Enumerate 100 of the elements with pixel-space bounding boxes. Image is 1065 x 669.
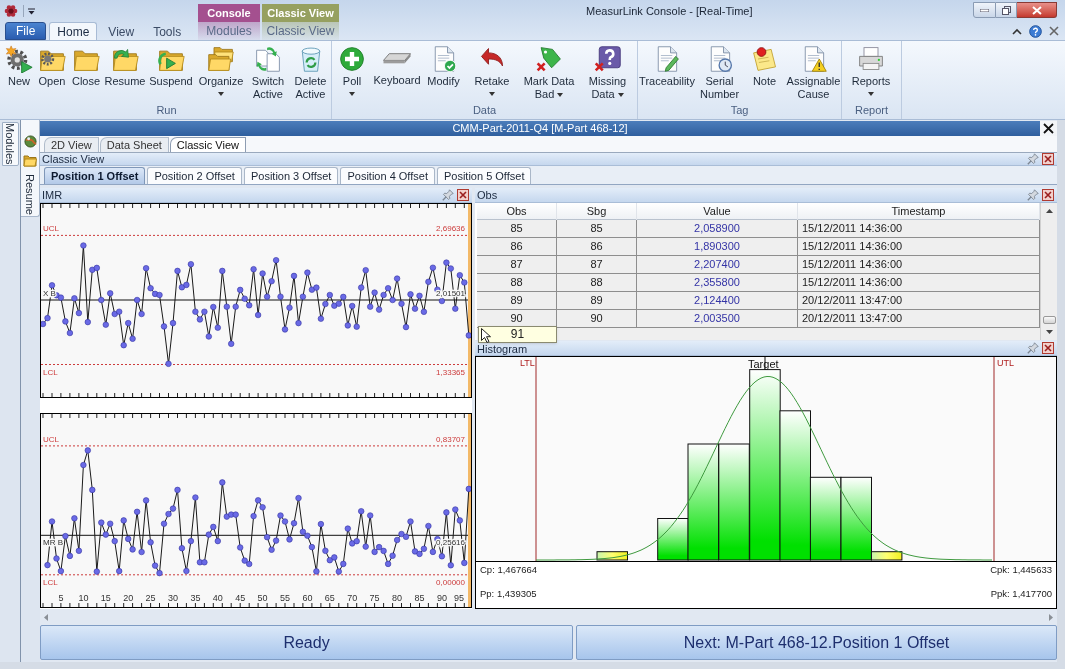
axis-tick-label: 50 — [257, 593, 268, 603]
axis-tick-label: 10 — [78, 593, 89, 603]
axis-tick-label: 75 — [369, 593, 380, 603]
question-box-icon — [593, 45, 622, 73]
ribbon-tab[interactable]: View — [100, 22, 143, 40]
limit-value: 2,69636 — [436, 224, 465, 234]
table-cell: 2,124400 — [637, 292, 798, 309]
ribbon-button[interactable]: Resume — [104, 41, 146, 104]
ribbon-tab[interactable]: Tools — [145, 22, 190, 40]
position-tab[interactable]: Position 1 Offset — [44, 167, 146, 184]
ribbon-button[interactable]: Open — [36, 41, 68, 104]
ribbon-button[interactable]: Traceability — [638, 41, 696, 104]
close-button[interactable] — [1040, 121, 1057, 136]
column-header: Value — [637, 203, 798, 220]
document-tab[interactable]: Classic View — [169, 137, 246, 152]
ribbon-button[interactable]: Close — [68, 41, 104, 104]
document-tab[interactable]: Data Sheet — [99, 137, 169, 152]
table-cell: 2,058900 — [637, 220, 798, 237]
ribbon-button[interactable]: Organize — [196, 41, 246, 104]
position-tab[interactable]: Position 2 Offset — [147, 167, 242, 184]
restore-button[interactable] — [996, 2, 1017, 18]
document-tab[interactable]: 2D View — [44, 137, 99, 152]
ribbon-group-label: Data — [471, 104, 498, 118]
ribbon-tab[interactable]: File — [5, 22, 47, 40]
ribbon-group-label: Report — [854, 104, 889, 118]
ribbon-button[interactable]: Poll — [332, 41, 372, 104]
panel-title: IMR — [41, 189, 63, 201]
ribbon-group-label: Tag — [729, 104, 750, 118]
limit-label: LCL — [43, 577, 58, 587]
document-title: CMM-Part-2011-Q4 [M-Part 468-12] — [452, 122, 628, 135]
restore-icon — [1001, 5, 1011, 15]
ribbon-button[interactable]: Retake — [465, 41, 519, 104]
help-icon[interactable] — [1029, 24, 1042, 38]
table-cell: 86 — [557, 238, 637, 255]
pin-icon[interactable] — [1027, 189, 1039, 201]
panel-title: Classic View — [41, 153, 105, 165]
table-cell: 87 — [557, 256, 637, 273]
status-text: Ready — [283, 633, 330, 652]
pin-icon[interactable] — [442, 189, 454, 201]
plus-icon — [338, 45, 366, 73]
scroll-left-icon — [44, 613, 48, 621]
contextual-group-title: Classic View — [262, 4, 339, 22]
table-cell: 86 — [477, 238, 557, 255]
ribbon-button[interactable]: Delete Active — [290, 41, 331, 104]
chevron-up-icon[interactable] — [1012, 27, 1022, 35]
documents-arrows-icon — [254, 45, 282, 73]
minimize-icon — [980, 8, 989, 12]
close-icon[interactable] — [1042, 153, 1054, 165]
ribbon-button[interactable]: Modify — [422, 41, 465, 104]
position-tab[interactable]: Position 5 Offset — [436, 167, 532, 184]
pin-icon[interactable] — [1027, 153, 1039, 165]
position-tab[interactable]: Position 3 Offset — [243, 167, 339, 184]
ribbon-tab[interactable]: Classic View — [262, 22, 339, 40]
close-icon[interactable] — [1042, 189, 1054, 201]
axis-tick-label: 60 — [302, 593, 313, 603]
limit-label: LCL — [43, 367, 58, 377]
ribbon-button[interactable]: Assignable Cause — [786, 41, 841, 104]
contextual-group-title: Console — [198, 4, 260, 22]
axis-tick-label: 20 — [123, 593, 134, 603]
limit-value: 1,33365 — [436, 367, 465, 377]
ribbon-button[interactable]: Switch Active — [246, 41, 290, 104]
ribbon-button[interactable]: Suspend — [146, 41, 196, 104]
scrollbar-thumb[interactable] — [1042, 316, 1056, 324]
ribbon-group-label: Run — [155, 104, 178, 118]
axis-tick-label: 80 — [392, 593, 403, 603]
axis-tick-label: 45 — [235, 593, 246, 603]
table-cell: 87 — [477, 256, 557, 273]
ribbon-button[interactable]: New — [2, 41, 36, 104]
scroll-up-icon[interactable] — [1045, 209, 1053, 213]
axis-tick-label: 25 — [145, 593, 156, 603]
close-icon — [1031, 5, 1042, 15]
limit-label: UCL — [43, 224, 59, 234]
quick-access-button[interactable] — [27, 5, 36, 17]
stat-text: Cpk: 1,445633 — [990, 564, 1052, 575]
ribbon-tab[interactable]: Home — [49, 22, 98, 40]
tag-cross-icon — [535, 45, 563, 73]
ribbon-button[interactable]: Missing Data — [579, 41, 636, 104]
tooltip: 91 — [478, 326, 557, 343]
axis-tick-label: 15 — [100, 593, 111, 603]
ribbon-button[interactable]: Mark Data Bad — [519, 41, 579, 104]
scroll-right-icon — [1049, 613, 1053, 621]
window-title: MeasurLink Console - [Real-Time] — [586, 5, 753, 18]
caret-icon — [28, 7, 35, 15]
ribbon-button[interactable]: Note — [743, 41, 786, 104]
close-icon[interactable] — [457, 189, 469, 201]
position-tab[interactable]: Position 4 Offset — [340, 167, 435, 184]
side-tab[interactable]: Modules — [1, 122, 19, 166]
axis-tick-label: 85 — [414, 593, 425, 603]
close-icon[interactable] — [1042, 342, 1054, 354]
limit-value: 0,00000 — [436, 577, 465, 587]
scrollbar[interactable] — [1040, 203, 1057, 340]
ribbon-button[interactable]: Serial Number — [696, 41, 743, 104]
pin-icon[interactable] — [1027, 342, 1039, 354]
close-button[interactable] — [1017, 2, 1057, 18]
limit-label: UCL — [43, 434, 59, 444]
ribbon-button[interactable]: Keyboard — [372, 41, 422, 104]
scroll-down-icon[interactable] — [1045, 330, 1053, 334]
ribbon-button[interactable]: Reports — [842, 41, 900, 104]
close-icon[interactable] — [1049, 26, 1059, 36]
table-cell: 88 — [477, 274, 557, 291]
